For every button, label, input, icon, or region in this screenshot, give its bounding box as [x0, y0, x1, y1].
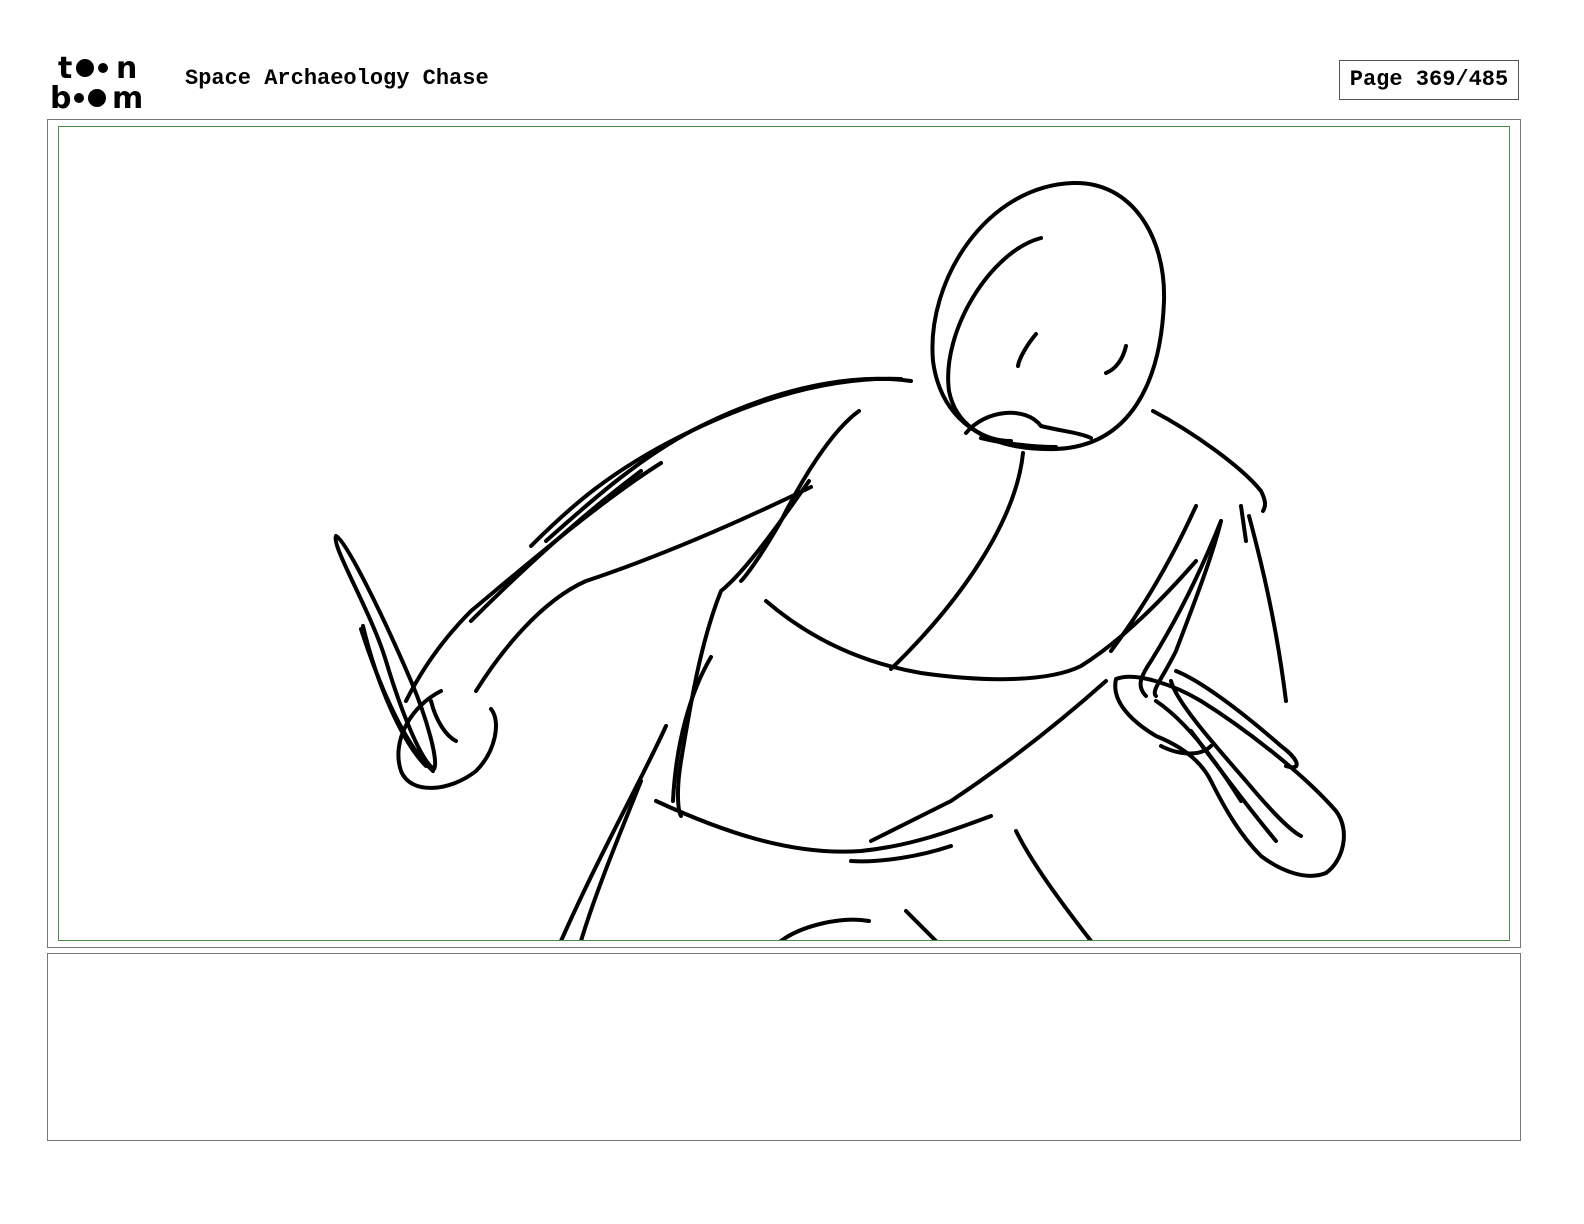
sketch-drawing [333, 180, 1346, 940]
project-title: Space Archaeology Chase [185, 66, 489, 91]
sketch-torso [889, 451, 1025, 671]
panel-image [58, 126, 1510, 941]
page-number: Page 369/485 [1339, 60, 1519, 100]
sketch-right-hand [1113, 674, 1346, 878]
svg-text:m: m [112, 81, 143, 112]
sketch-head [930, 180, 1167, 452]
toon-boom-logo: t n b m [50, 50, 165, 116]
panel-notes-box [47, 953, 1521, 1141]
svg-text:b: b [50, 81, 71, 112]
sketch-legs [559, 724, 668, 940]
toon-boom-logo-mark: t n b m [50, 51, 143, 116]
sketch-left-blade [333, 534, 437, 771]
